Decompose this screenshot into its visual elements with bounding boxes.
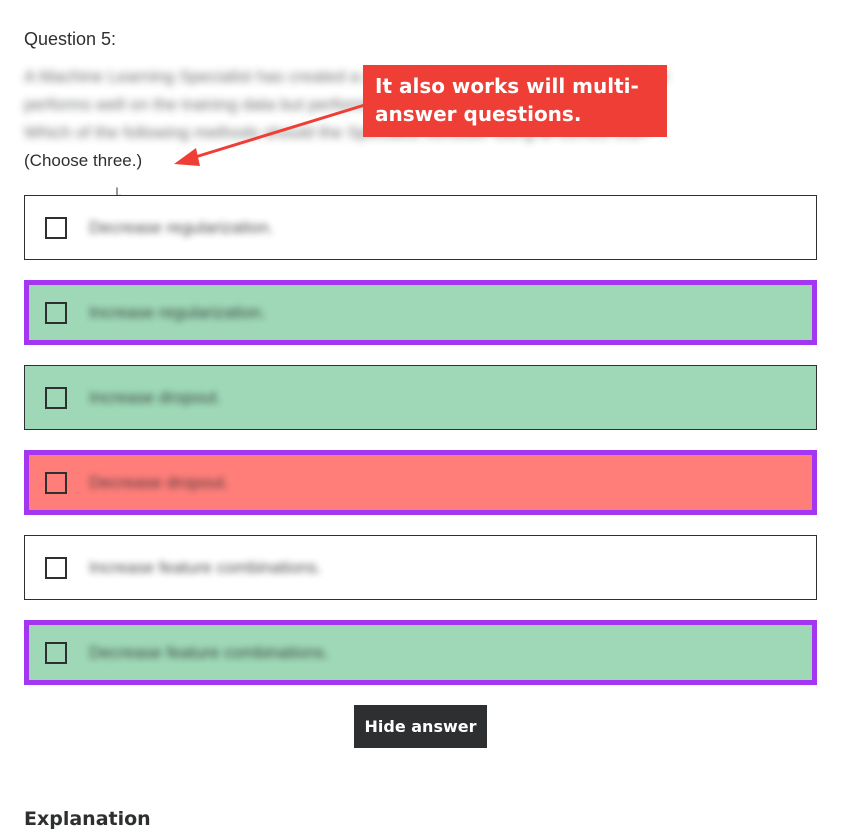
annotation-callout: It also works will multi-answer question… bbox=[363, 65, 667, 137]
checkbox-icon[interactable] bbox=[45, 386, 67, 409]
question-number: Question 5: bbox=[24, 29, 117, 49]
checkbox-icon[interactable] bbox=[45, 556, 67, 579]
checkbox-icon[interactable] bbox=[45, 216, 67, 239]
answer-option-label: Decrease regularization. bbox=[89, 217, 274, 237]
explanation-heading: Explanation bbox=[24, 808, 151, 830]
answer-option[interactable]: Decrease dropout. bbox=[24, 450, 817, 515]
hide-answer-button[interactable]: Hide answer bbox=[354, 705, 487, 748]
quiz-page: Question 5: A Machine Learning Specialis… bbox=[0, 0, 865, 838]
answer-option-label: Decrease dropout. bbox=[89, 472, 229, 492]
checkbox-icon[interactable] bbox=[45, 471, 67, 494]
answer-option-label: Increase feature combinations. bbox=[89, 557, 322, 577]
choose-hint: (Choose three.) bbox=[24, 151, 143, 170]
answer-option[interactable]: Increase feature combinations. bbox=[24, 535, 817, 600]
answer-option-label: Increase regularization. bbox=[89, 302, 266, 322]
answer-option[interactable]: Decrease feature combinations. bbox=[24, 620, 817, 685]
checkbox-icon[interactable] bbox=[45, 641, 67, 664]
answer-option-label: Decrease feature combinations. bbox=[89, 642, 330, 662]
answer-option-label: Increase dropout. bbox=[89, 387, 222, 407]
checkbox-icon[interactable] bbox=[45, 301, 67, 324]
answer-option[interactable]: Increase dropout. bbox=[24, 365, 817, 430]
answer-option[interactable]: Increase regularization. bbox=[24, 280, 817, 345]
answer-option[interactable]: Decrease regularization. bbox=[24, 195, 817, 260]
